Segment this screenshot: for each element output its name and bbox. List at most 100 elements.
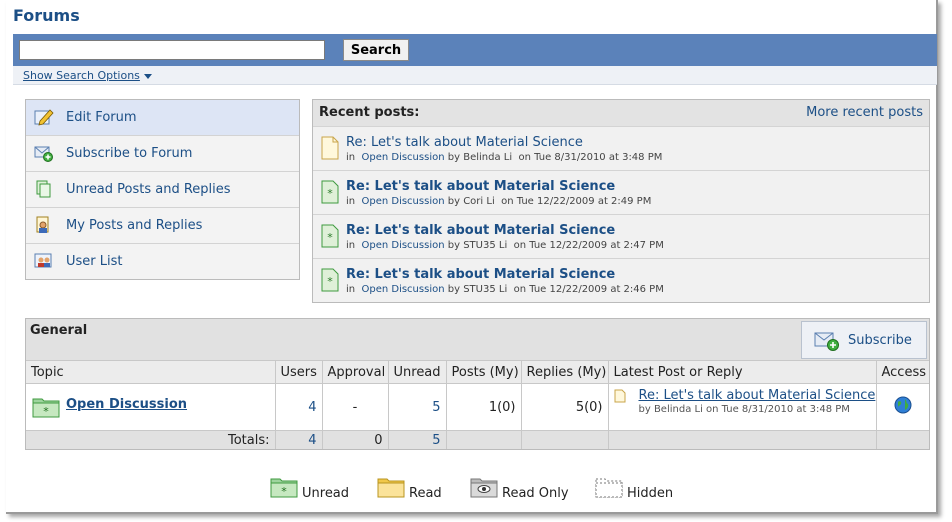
recent-post-meta: in Open Discussion by Belinda Li on Tue … [346, 152, 662, 163]
recent-post-title-link[interactable]: Re: Let's talk about Material Science [346, 135, 583, 150]
recent-post-forum-link[interactable]: Open Discussion [361, 152, 444, 163]
recent-post-date: Tue 12/22/2009 at 2:49 PM [516, 196, 652, 207]
recent-post-author: Cori Li [463, 196, 495, 207]
folder-hidden-icon [595, 478, 623, 498]
meta-in-label: in [346, 152, 356, 163]
sidebar-item-label: User List [66, 254, 123, 269]
topic-cell: * Open Discussion [26, 383, 276, 431]
sidebar-item-label: Edit Forum [66, 110, 137, 125]
meta-by-label: by [447, 196, 461, 207]
recent-post-date: Tue 12/22/2009 at 2:46 PM [529, 284, 664, 295]
totals-unread-link[interactable]: 5 [432, 433, 440, 448]
recent-post-forum-link[interactable]: Open Discussion [361, 284, 444, 295]
replies-cell: 5(0) [521, 383, 609, 431]
unread-post-icon: * [321, 180, 339, 204]
sidebar-item-edit-forum[interactable]: Edit Forum [26, 100, 299, 136]
totals-unread: 5 [388, 430, 447, 449]
recent-post-forum-link[interactable]: Open Discussion [361, 240, 444, 251]
recent-post-title-link[interactable]: Re: Let's talk about Material Science [346, 223, 615, 238]
recent-post-author: STU35 Li [463, 284, 508, 295]
sidebar-item-my-posts[interactable]: My Posts and Replies [26, 208, 299, 244]
legend-label: Unread [302, 486, 350, 501]
svg-text:*: * [43, 405, 49, 418]
search-input[interactable] [19, 40, 325, 60]
search-button[interactable]: Search [343, 39, 409, 61]
column-header-topic: Topic [26, 361, 276, 384]
search-bar: Search [13, 34, 937, 66]
caret-down-icon [143, 73, 152, 79]
legend-label: Hidden [627, 486, 674, 501]
recent-post-item: Re: Let's talk about Material Science in… [313, 127, 929, 171]
recent-post-title-link[interactable]: Re: Let's talk about Material Science [346, 179, 615, 194]
approval-cell: - [322, 383, 389, 431]
show-search-options-link[interactable]: Show Search Options [23, 69, 152, 82]
recent-posts-header: Recent posts: More recent posts [313, 100, 929, 127]
totals-label: Totals: [26, 430, 276, 449]
recent-posts-heading: Recent posts: [319, 105, 420, 120]
meta-by-label: by [447, 152, 461, 163]
unread-pages-icon [36, 180, 51, 198]
column-header-approval: Approval [322, 361, 389, 384]
search-options-bar: Show Search Options [13, 66, 937, 85]
totals-users: 4 [275, 430, 323, 449]
column-header-users: Users [275, 361, 323, 384]
users-cell: 4 [275, 383, 323, 431]
unread-post-icon: * [321, 224, 339, 248]
meta-on-label: on [518, 152, 531, 163]
meta-in-label: in [346, 284, 356, 295]
totals-empty-cell [446, 430, 522, 449]
meta-in-label: in [346, 240, 356, 251]
sidebar-item-unread-posts[interactable]: Unread Posts and Replies [26, 172, 299, 208]
access-cell [876, 384, 929, 431]
table-row: * Open Discussion 4 - 5 1(0) 5(0) Re: Le… [26, 383, 929, 431]
general-header: General Subscribe [26, 319, 929, 361]
table-header-row: Topic Users Approval Unread Posts (My) R… [26, 361, 929, 384]
meta-in-label: in [346, 196, 356, 207]
recent-post-date: Tue 12/22/2009 at 2:47 PM [529, 240, 664, 251]
subscribe-button[interactable]: Subscribe [801, 321, 927, 359]
unread-cell: 5 [388, 383, 447, 431]
recent-post-date: Tue 8/31/2010 at 3:48 PM [534, 152, 663, 163]
legend-label: Read Only [502, 486, 569, 501]
recent-posts-panel: Recent posts: More recent posts Re: Let'… [312, 99, 930, 303]
recent-post-meta: in Open Discussion by STU35 Li on Tue 12… [346, 240, 664, 251]
column-header-access: Access [876, 361, 929, 384]
users-icon [34, 253, 52, 268]
column-header-unread: Unread [388, 361, 447, 384]
show-search-options-label: Show Search Options [23, 69, 140, 82]
latest-post-meta: by Belinda Li on Tue 8/31/2010 at 3:48 P… [638, 404, 850, 415]
sidebar-item-user-list[interactable]: User List [26, 244, 299, 279]
recent-post-title-link[interactable]: Re: Let's talk about Material Science [346, 267, 615, 282]
svg-text:*: * [281, 485, 287, 498]
sidebar-item-subscribe-to-forum[interactable]: Subscribe to Forum [26, 136, 299, 172]
general-forum-group: General Subscribe Topic Users Approval U… [25, 318, 930, 450]
unread-count-link[interactable]: 5 [432, 400, 440, 415]
more-recent-posts-link[interactable]: More recent posts [806, 105, 923, 120]
topics-table: Topic Users Approval Unread Posts (My) R… [26, 361, 929, 449]
meta-by-label: by [447, 284, 461, 295]
latest-post-link[interactable]: Re: Let's talk about Material Science [639, 388, 876, 403]
folder-readonly-icon [470, 478, 498, 498]
unread-post-icon: * [321, 268, 339, 292]
recent-post-forum-link[interactable]: Open Discussion [361, 196, 444, 207]
topic-link-open-discussion[interactable]: Open Discussion [66, 397, 187, 412]
recent-post-item: * Re: Let's talk about Material Science … [313, 215, 929, 259]
users-count-link[interactable]: 4 [308, 400, 316, 415]
totals-row: Totals: 4 0 5 [26, 430, 929, 449]
totals-users-link[interactable]: 4 [308, 433, 316, 448]
recent-post-item: * Re: Let's talk about Material Science … [313, 259, 929, 302]
pencil-icon [34, 109, 54, 126]
recent-post-author: STU35 Li [463, 240, 508, 251]
globe-icon[interactable] [894, 396, 912, 414]
meta-on-label: on [513, 240, 527, 251]
svg-text:*: * [327, 231, 333, 244]
column-header-posts: Posts (My) [446, 361, 522, 384]
recent-post-item: * Re: Let's talk about Material Science … [313, 171, 929, 215]
folder-read-icon [377, 478, 405, 498]
subscribe-label: Subscribe [848, 333, 912, 348]
subscribe-envelope-icon [814, 332, 839, 351]
recent-post-author: Belinda Li [463, 152, 513, 163]
sidebar-item-label: Unread Posts and Replies [66, 182, 231, 197]
folder-unread-icon: * [270, 478, 298, 498]
svg-text:*: * [327, 187, 333, 200]
